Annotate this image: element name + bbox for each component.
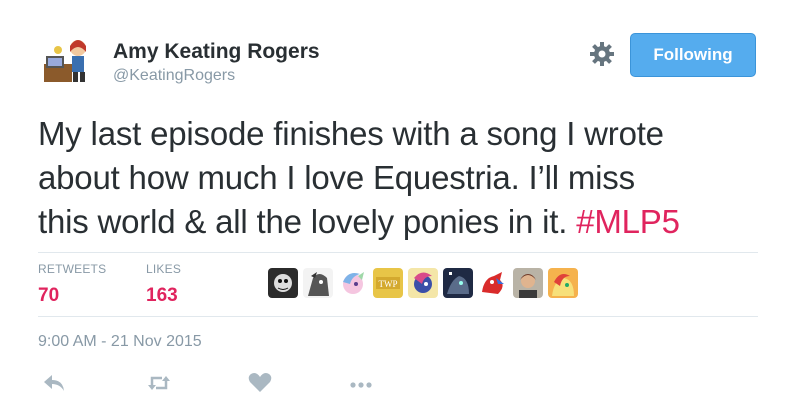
retweets-count[interactable]: 70 — [38, 285, 59, 307]
retweet-icon[interactable] — [146, 372, 172, 394]
hashtag-link[interactable]: #MLP5 — [576, 203, 680, 240]
pony-avatar-night-icon[interactable] — [443, 268, 473, 298]
author-handle[interactable]: @KeatingRogers — [113, 67, 235, 85]
gear-icon[interactable] — [588, 40, 616, 68]
tweet-line: My last episode finishes with a song I w… — [38, 115, 664, 152]
divider — [38, 316, 758, 317]
tweet-timestamp[interactable]: 9:00 AM - 21 Nov 2015 — [38, 333, 202, 351]
pony-avatar-dark-icon[interactable] — [268, 268, 298, 298]
twp-logo-avatar-icon[interactable]: TWP — [373, 268, 403, 298]
retweets-label[interactable]: RETWEETS — [38, 262, 106, 276]
reply-icon[interactable] — [42, 372, 68, 394]
person-avatar-icon[interactable] — [513, 268, 543, 298]
tweet-text: My last episode finishes with a song I w… — [38, 112, 778, 244]
tweet-line-text: this world & all the lovely ponies in it… — [38, 203, 577, 240]
heart-icon[interactable] — [247, 372, 273, 394]
more-options-icon[interactable] — [348, 372, 374, 394]
author-name[interactable]: Amy Keating Rogers — [113, 40, 320, 64]
twp-logo-text: TWP — [379, 279, 398, 289]
divider — [38, 252, 758, 253]
likes-count[interactable]: 163 — [146, 285, 178, 307]
pony-avatar-grey-icon[interactable] — [303, 268, 333, 298]
likers-avatar-list: TWP — [268, 268, 583, 302]
dragon-avatar-red-icon[interactable] — [478, 268, 508, 298]
likes-label[interactable]: LIKES — [146, 262, 181, 276]
pony-avatar-pastel-icon[interactable] — [338, 268, 368, 298]
tweet-line: about how much I love Equestria. I’ll mi… — [38, 159, 635, 196]
pony-avatar-yellow-icon[interactable] — [548, 268, 578, 298]
tweet-line: this world & all the lovely ponies in it… — [38, 200, 778, 244]
following-button[interactable]: Following — [630, 33, 756, 77]
author-avatar[interactable] — [38, 30, 98, 90]
pony-avatar-blue-icon[interactable] — [408, 268, 438, 298]
